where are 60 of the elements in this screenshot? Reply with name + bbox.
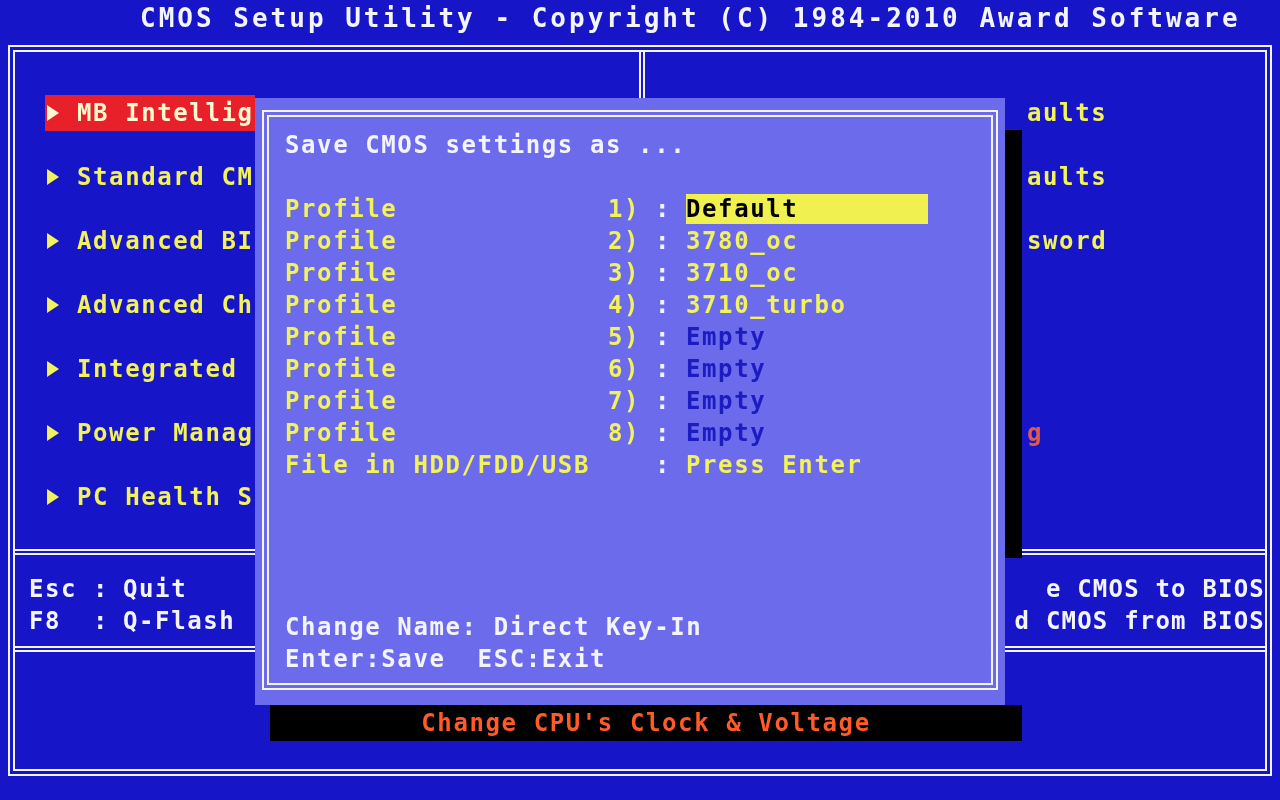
profile-number: 5) bbox=[607, 323, 640, 351]
profile-number: 1) bbox=[607, 195, 640, 223]
profile-label: Profile bbox=[285, 291, 399, 319]
help-text: d CMOS from BIOS bbox=[1014, 606, 1265, 637]
profile-number: 3) bbox=[607, 259, 640, 287]
profile-value[interactable]: 3710_turbo bbox=[686, 290, 847, 320]
profile-number: 8) bbox=[607, 419, 640, 447]
menu-item[interactable]: Standard CM bbox=[45, 159, 255, 195]
profile-label: Profile bbox=[285, 195, 399, 223]
profile-label: Profile bbox=[285, 227, 399, 255]
arrow-icon bbox=[47, 169, 59, 185]
menu-item[interactable]: Integrated bbox=[45, 351, 255, 387]
colon-label: : bbox=[93, 575, 111, 603]
help-text: Q-Flash bbox=[123, 607, 236, 635]
profile-label: Profile bbox=[285, 419, 399, 447]
profile-value[interactable]: 3710_oc bbox=[686, 258, 799, 288]
profile-value[interactable]: Press Enter bbox=[686, 450, 863, 480]
colon-label: : bbox=[93, 607, 111, 635]
menu-item[interactable]: MB Intellig bbox=[45, 95, 255, 131]
help-text: Quit bbox=[123, 575, 188, 603]
menu-item[interactable]: aults bbox=[1027, 163, 1108, 191]
key-label: F8 bbox=[29, 607, 63, 635]
menu-item[interactable]: PC Health S bbox=[45, 479, 255, 515]
colon-label: : bbox=[654, 451, 672, 479]
window-title: CMOS Setup Utility - Copyright (C) 1984-2010 Award Software bbox=[139, 2, 1242, 35]
profile-number: 2) bbox=[607, 227, 640, 255]
arrow-icon bbox=[47, 489, 59, 505]
profile-number: 7) bbox=[607, 387, 640, 415]
menu-item[interactable]: sword bbox=[1027, 227, 1108, 255]
arrow-icon bbox=[47, 361, 59, 377]
key-label: Esc bbox=[29, 575, 79, 603]
colon-label: : bbox=[654, 291, 672, 319]
menu-item[interactable]: Advanced BI bbox=[45, 223, 255, 259]
hint-text: Enter:Save ESC:Exit bbox=[285, 644, 607, 675]
arrow-icon bbox=[47, 297, 59, 313]
profile-value[interactable]: 3780_oc bbox=[686, 226, 799, 256]
menu-item[interactable]: Power Manag bbox=[45, 415, 255, 451]
colon-label: : bbox=[654, 227, 672, 255]
colon-label: : bbox=[654, 387, 672, 415]
profile-value[interactable]: Default bbox=[686, 194, 928, 224]
status-text: Change CPU's Clock & Voltage bbox=[421, 708, 871, 738]
profile-number: 6) bbox=[607, 355, 640, 383]
menu-item[interactable]: aults bbox=[1027, 99, 1108, 127]
profile-label: Profile bbox=[285, 355, 399, 383]
profile-label: Profile bbox=[285, 259, 399, 287]
help-text: e CMOS to BIOS bbox=[1045, 574, 1265, 605]
profile-label: Profile bbox=[285, 387, 399, 415]
hint-text: Change Name: Direct Key-In bbox=[285, 612, 704, 643]
dialog-title: Save CMOS settings as ... bbox=[285, 130, 688, 161]
colon-label: : bbox=[654, 195, 672, 223]
colon-label: : bbox=[654, 355, 672, 383]
colon-label: : bbox=[654, 323, 672, 351]
colon-label: : bbox=[654, 419, 672, 447]
profile-number: 4) bbox=[607, 291, 640, 319]
arrow-icon bbox=[47, 425, 59, 441]
colon-label: : bbox=[654, 259, 672, 287]
arrow-icon bbox=[47, 105, 59, 121]
arrow-icon bbox=[47, 233, 59, 249]
menu-item[interactable]: Advanced Ch bbox=[45, 287, 255, 323]
profile-label: Profile bbox=[285, 323, 399, 351]
